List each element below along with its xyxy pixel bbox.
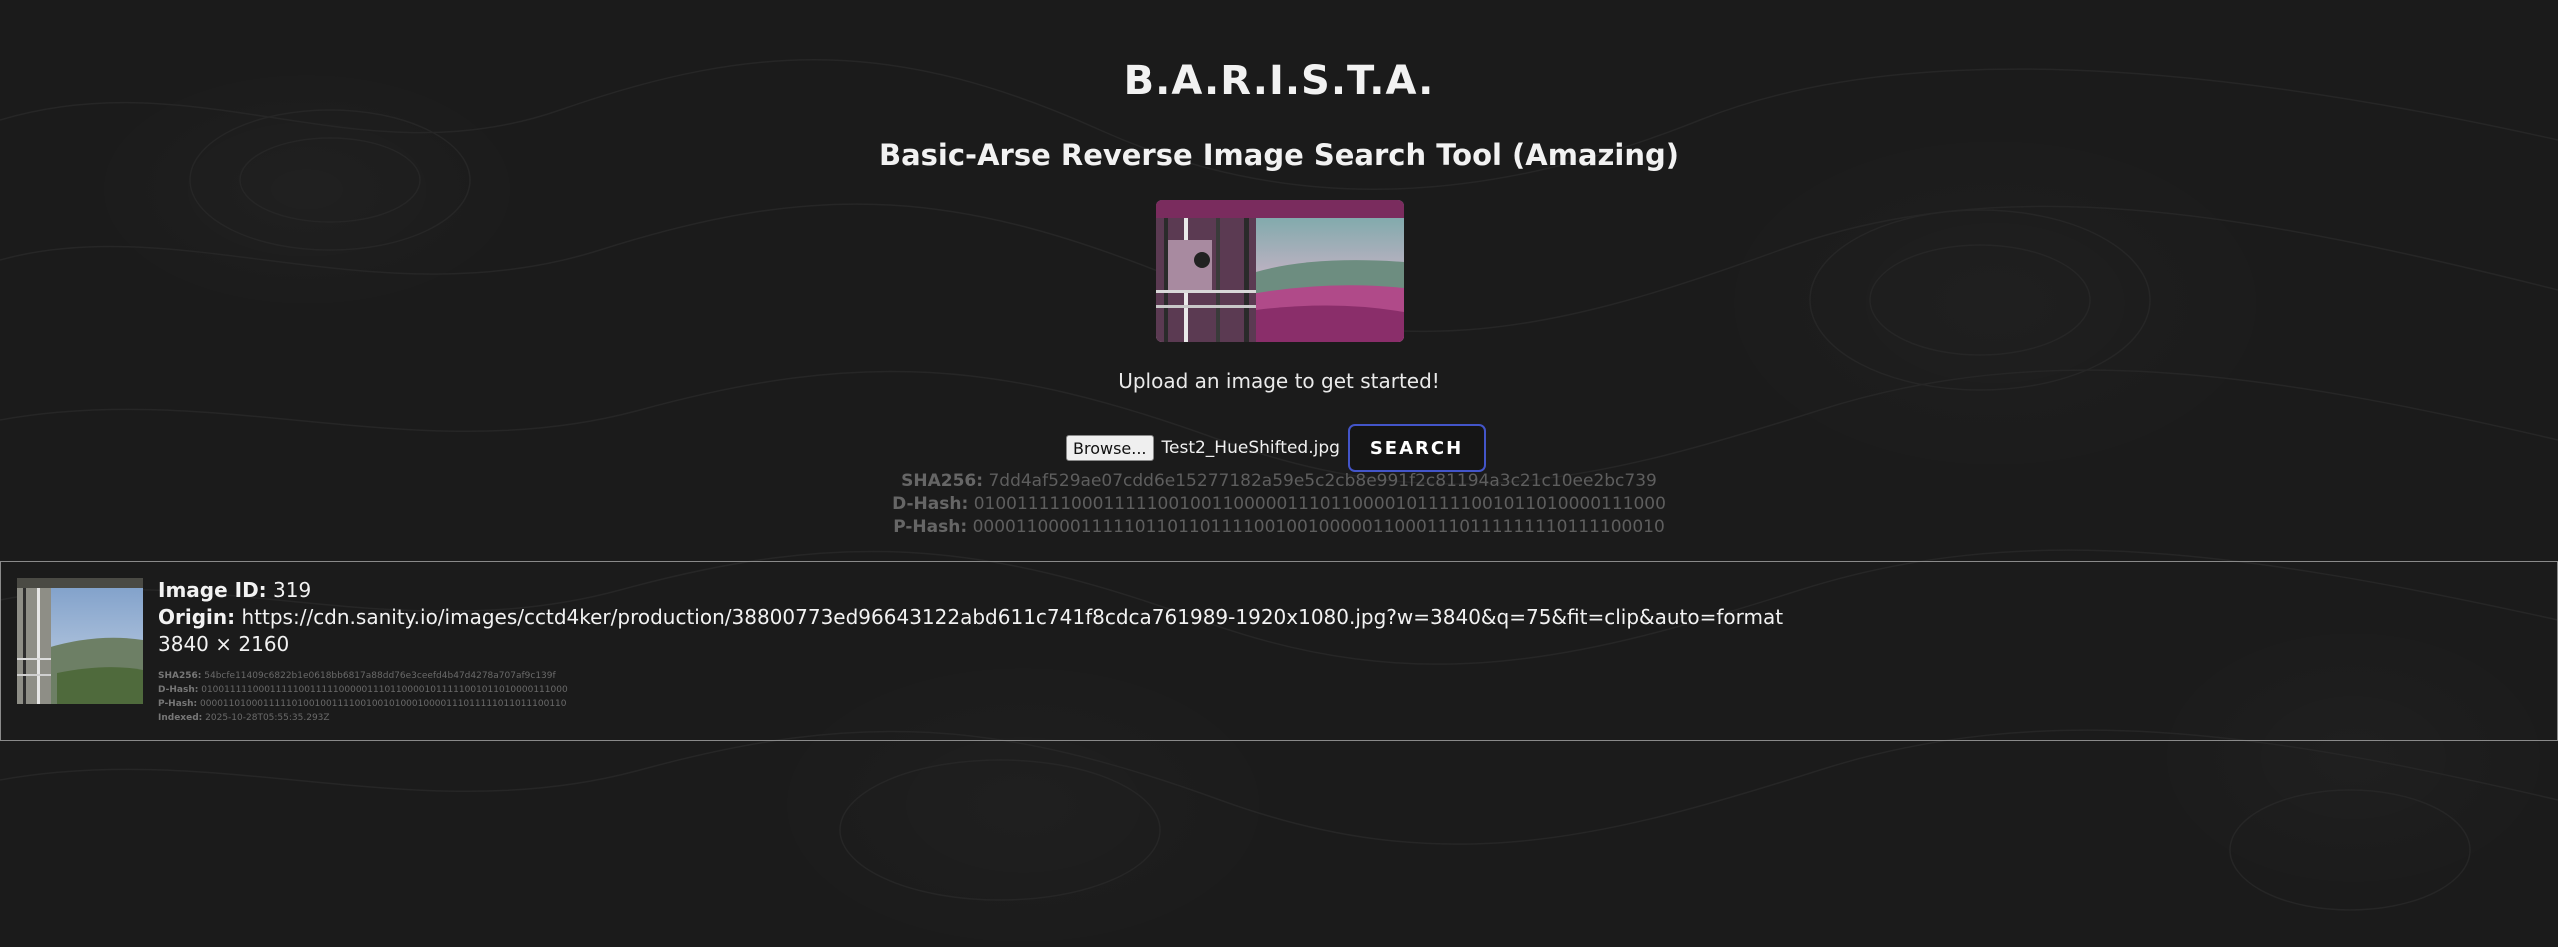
result-thumbnail[interactable] <box>17 578 143 704</box>
result-dhash-value: 0100111110001111100111110000011101100001… <box>201 685 568 695</box>
result-indexed-label: Indexed: <box>158 713 203 723</box>
search-result-card[interactable]: Image ID: 319 Origin: https://cdn.sanity… <box>0 561 2558 741</box>
result-sha256-label: SHA256: <box>158 671 202 681</box>
sha256-value: 7dd4af529ae07cdd6e15277182a59e5c2cb8e991… <box>988 471 1657 491</box>
file-upload-row: Browse... Test2_HueShifted.jpg SEARCH <box>1066 424 1486 472</box>
query-sha256-row: SHA256: 7dd4af529ae07cdd6e15277182a59e5c… <box>0 470 2558 493</box>
app-title: B.A.R.I.S.T.A. <box>1123 58 1435 104</box>
result-indexed-value: 2025-10-28T05:55:35.293Z <box>205 713 330 723</box>
result-dhash-label: D-Hash: <box>158 685 199 695</box>
result-phash-row: P-Hash: 00001101000111110100100111100100… <box>158 697 568 711</box>
upload-prompt: Upload an image to get started! <box>1118 369 1440 393</box>
result-details: Image ID: 319 Origin: https://cdn.sanity… <box>158 577 1783 658</box>
origin-url[interactable]: https://cdn.sanity.io/images/cctd4ker/pr… <box>242 605 1784 629</box>
result-id-row: Image ID: 319 <box>158 577 1783 604</box>
phash-value: 0000110000111110110110111100100100000110… <box>972 517 1665 537</box>
result-indexed-row: Indexed: 2025-10-28T05:55:35.293Z <box>158 711 568 725</box>
result-sha256-value: 54bcfe11409c6822b1e0618bb6817a88dd76e3ce… <box>204 671 556 681</box>
result-origin-row: Origin: https://cdn.sanity.io/images/cct… <box>158 604 1783 631</box>
result-hashes: SHA256: 54bcfe11409c6822b1e0618bb6817a88… <box>158 669 568 725</box>
dhash-label: D-Hash: <box>892 494 969 514</box>
search-button[interactable]: SEARCH <box>1347 424 1486 472</box>
query-dhash-row: D-Hash: 01001111100011111001001100000111… <box>0 493 2558 516</box>
image-id-label: Image ID: <box>158 578 267 602</box>
query-phash-row: P-Hash: 00001100001111101101101111001001… <box>0 516 2558 539</box>
image-id-value: 319 <box>273 578 312 602</box>
sha256-label: SHA256: <box>901 471 984 491</box>
result-phash-value: 0000110100011111010010011110010010100010… <box>200 699 567 709</box>
result-phash-label: P-Hash: <box>158 699 198 709</box>
uploaded-image-preview <box>1156 200 1404 342</box>
origin-label: Origin: <box>158 605 236 629</box>
app-subtitle: Basic-Arse Reverse Image Search Tool (Am… <box>878 138 1679 172</box>
result-dimensions: 3840 × 2160 <box>158 632 290 656</box>
dhash-value: 0100111110001111100100110000011101100001… <box>973 494 1666 514</box>
phash-label: P-Hash: <box>893 517 968 537</box>
result-sha256-row: SHA256: 54bcfe11409c6822b1e0618bb6817a88… <box>158 669 568 683</box>
result-dhash-row: D-Hash: 01001111100011111001111100000111… <box>158 683 568 697</box>
browse-button[interactable]: Browse... <box>1066 435 1154 461</box>
selected-file-name: Test2_HueShifted.jpg <box>1161 438 1340 458</box>
query-hashes: SHA256: 7dd4af529ae07cdd6e15277182a59e5c… <box>0 470 2558 539</box>
